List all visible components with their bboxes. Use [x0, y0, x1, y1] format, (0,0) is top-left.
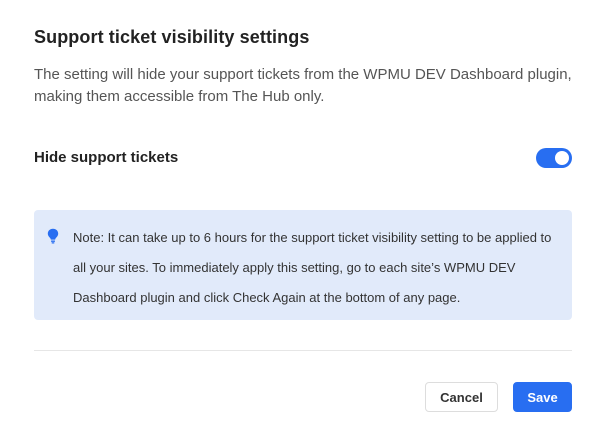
hide-support-tickets-row: Hide support tickets [34, 146, 572, 170]
footer-divider [34, 350, 572, 351]
dialog-description: The setting will hide your support ticke… [34, 66, 572, 105]
visibility-settings-dialog: Support ticket visibility settings The s… [0, 0, 610, 440]
cancel-button[interactable]: Cancel [425, 382, 498, 412]
save-button[interactable]: Save [513, 382, 572, 412]
toggle-knob [555, 151, 569, 165]
hide-support-tickets-toggle[interactable] [536, 148, 572, 168]
dialog-title: Support ticket visibility settings [34, 27, 310, 47]
note-notice: Note: It can take up to 6 hours for the … [34, 210, 572, 320]
note-text: Note: It can take up to 6 hours for the … [73, 230, 552, 305]
hide-support-tickets-label: Hide support tickets [34, 149, 179, 166]
lightbulb-icon [47, 228, 59, 244]
